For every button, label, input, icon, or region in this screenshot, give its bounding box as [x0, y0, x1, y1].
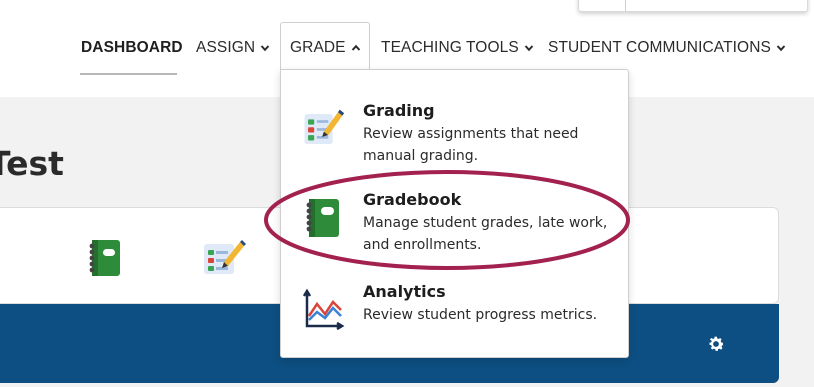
menu-item-analytics[interactable]: Analytics Review student progress metric… — [281, 282, 630, 370]
chevron-down-icon — [524, 45, 534, 52]
nav-assign[interactable]: ASSIGN — [196, 22, 270, 74]
nav-teaching-tools[interactable]: TEACHING TOOLS — [381, 22, 534, 74]
grading-checklist-icon — [304, 109, 345, 144]
page-title: Test — [0, 144, 64, 183]
menu-item-analytics-description: Review student progress metrics. — [363, 307, 598, 323]
menu-item-grading-description: Review assignments that need manual grad… — [363, 126, 579, 164]
menu-item-grading[interactable]: Grading Review assignments that need man… — [281, 101, 630, 189]
nav-dashboard[interactable]: DASHBOARD — [81, 22, 183, 74]
gradebook-icon — [306, 199, 339, 237]
gradebook-icon[interactable] — [84, 236, 128, 280]
analytics-chart-icon — [302, 288, 345, 331]
nav-teaching-tools-label: TEACHING TOOLS — [381, 39, 519, 56]
chevron-down-icon — [260, 45, 270, 52]
menu-item-gradebook[interactable]: Gradebook Manage student grades, late wo… — [281, 190, 630, 278]
nav-assign-label: ASSIGN — [196, 39, 256, 56]
top-search-box[interactable] — [578, 0, 808, 12]
chevron-up-icon — [351, 44, 360, 51]
grading-checklist-icon[interactable] — [196, 232, 246, 282]
grade-dropdown-menu: Grading Review assignments that need man… — [280, 69, 629, 358]
nav-active-underline — [80, 73, 177, 75]
nav-grade-label: GRADE — [290, 39, 346, 56]
nav-grade[interactable]: GRADE — [290, 22, 361, 74]
menu-item-analytics-title: Analytics — [363, 282, 446, 301]
gear-icon[interactable] — [706, 334, 726, 354]
menu-item-gradebook-title: Gradebook — [363, 190, 462, 209]
menu-item-grading-title: Grading — [363, 101, 435, 120]
menu-item-gradebook-description: Manage student grades, late work, and en… — [363, 215, 608, 253]
nav-student-communications[interactable]: STUDENT COMMUNICATIONS — [548, 22, 786, 74]
nav-student-communications-label: STUDENT COMMUNICATIONS — [548, 39, 771, 56]
chevron-down-icon — [776, 45, 786, 52]
nav-dashboard-label: DASHBOARD — [81, 39, 183, 56]
top-nav: DASHBOARD ASSIGN GRADE TEACHING TOOLS ST… — [0, 22, 814, 74]
